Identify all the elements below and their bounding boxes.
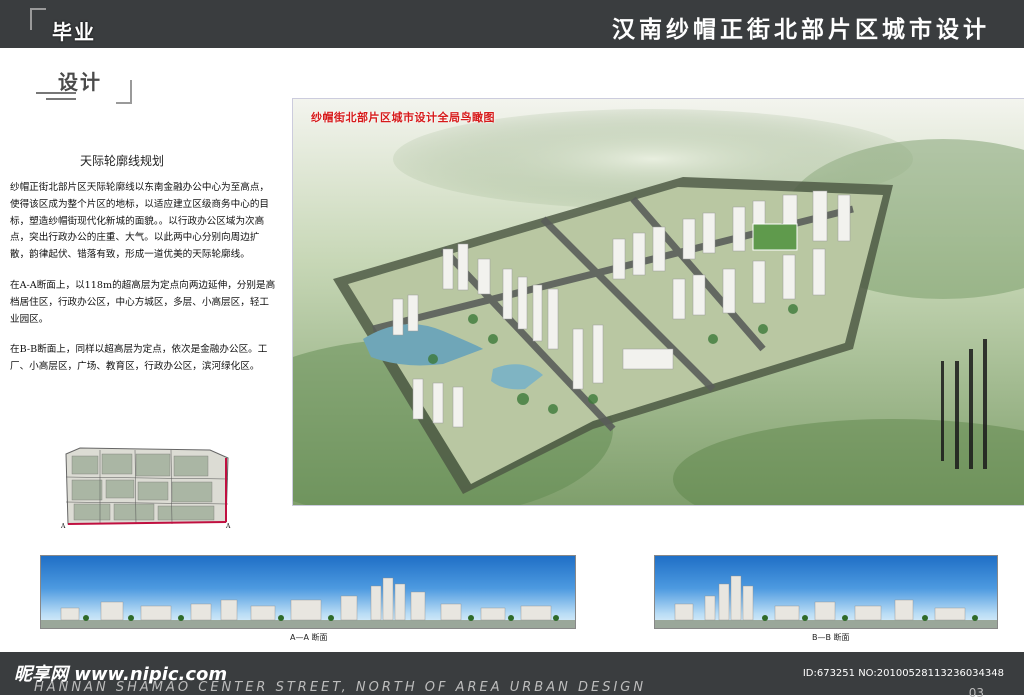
aerial-title: 纱帽街北部片区城市设计全局鸟瞰图 [311, 111, 495, 124]
decorative-stroke [46, 98, 76, 100]
map-marker-label: A [225, 523, 231, 530]
corner-label-line2: 设计 [58, 70, 102, 94]
section-b-elevation [654, 555, 998, 629]
decorative-stroke [36, 92, 76, 94]
section-a-label: A—A 断面 [290, 633, 328, 642]
skyline-b [655, 575, 997, 628]
section-b-label: B—B 断面 [812, 633, 850, 642]
corner-bracket-top [30, 8, 46, 30]
page-title: 汉南纱帽正街北部片区城市设计 [612, 17, 990, 43]
page-number: 03 [968, 686, 984, 700]
corner-label-line1: 毕业 [52, 20, 96, 44]
aerial-rendering: 纱帽街北部片区城市设计全局鸟瞰图 [292, 98, 1024, 506]
section-heading: 天际轮廓线规划 [80, 154, 165, 168]
section-a-elevation [40, 555, 576, 629]
site-plan-map: A A [60, 447, 231, 530]
corner-bracket-bottom [116, 80, 132, 104]
skyline-a [41, 577, 575, 628]
paragraph: 在B-B断面上，同样以超高层为定点，依次是金融办公区。工厂、小高层区，广场、教育… [10, 344, 268, 373]
header-bar: 汉南纱帽正街北部片区城市设计 [0, 0, 1024, 48]
image-id: ID:673251 NO:20100528113236034348 [802, 668, 1004, 679]
paragraph: 在A-A断面上，以118m的超高层为定点向两边延伸，分别是高档居住区，行政办公区… [10, 279, 276, 325]
description-text: 纱帽正街北部片区天际轮廓线以东南金融办公中心为至高点，使得该区成为整个片区的地标… [10, 180, 278, 390]
english-title: HANNAN SHAMAO CENTER STREET, NORTH OF AR… [34, 680, 647, 695]
map-marker-label: A [60, 523, 66, 530]
paragraph: 纱帽正街北部片区天际轮廓线以东南金融办公中心为至高点，使得该区成为整个片区的地标… [10, 182, 270, 261]
aerial-illustration [293, 99, 1024, 505]
